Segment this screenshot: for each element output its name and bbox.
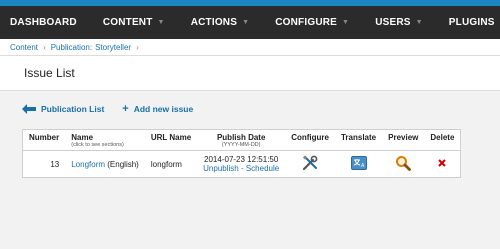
magnifier-icon — [396, 156, 412, 171]
header-translate-label: Translate — [340, 133, 377, 142]
nav-configure[interactable]: CONFIGURE ▼ — [275, 17, 349, 28]
nav-actions[interactable]: ACTIONS ▼ — [191, 17, 250, 28]
nav-content[interactable]: CONTENT ▼ — [103, 17, 165, 28]
add-new-issue-button[interactable]: + Add new issue — [122, 103, 193, 115]
header-name-label: Name — [71, 133, 94, 142]
publish-actions: Unpublish - Schedule — [203, 164, 279, 173]
nav-configure-label: CONFIGURE — [275, 17, 338, 28]
chevron-down-icon: ▼ — [242, 19, 250, 26]
table-header-row: Number Name (click to see sections) URL … — [22, 129, 461, 151]
plus-icon: + — [122, 103, 129, 115]
tools-icon — [302, 155, 318, 171]
nav-users-label: USERS — [375, 17, 411, 28]
header-publish-date: Publish Date (YYYY-MM-DD) — [197, 129, 286, 151]
issue-language: (English) — [107, 159, 139, 169]
add-new-issue-label: Add new issue — [133, 104, 194, 114]
issue-url-name: longform — [150, 159, 182, 169]
publication-list-button[interactable]: Publication List — [22, 104, 104, 114]
nav-dashboard-label: DASHBOARD — [10, 17, 77, 28]
chevron-right-icon: › — [136, 42, 139, 52]
header-publish-date-label: Publish Date — [216, 133, 266, 142]
nav-dashboard[interactable]: DASHBOARD — [10, 17, 77, 28]
header-delete-label: Delete — [430, 133, 455, 142]
publish-action-separator: - — [238, 164, 246, 173]
header-configure: Configure — [285, 129, 335, 151]
unpublish-link[interactable]: Unpublish — [203, 164, 239, 173]
nav-content-label: CONTENT — [102, 17, 153, 28]
main-navbar: DASHBOARD CONTENT ▼ ACTIONS ▼ CONFIGURE … — [0, 6, 500, 39]
nav-actions-label: ACTIONS — [190, 17, 238, 28]
header-publish-date-sub: (YYYY-MM-DD) — [221, 142, 261, 148]
cell-url-name: longform — [145, 151, 197, 178]
issue-publish-date: 2014-07-23 12:51:50 — [204, 155, 279, 164]
header-name-sub: (click to see sections) — [71, 142, 124, 148]
chevron-down-icon: ▼ — [415, 19, 423, 26]
chevron-right-icon: › — [43, 42, 46, 52]
nav-plugins[interactable]: PLUGINS ▼ — [449, 17, 500, 28]
table-row: 13 Longform (English) longform 2014-07-2… — [23, 151, 461, 178]
chevron-down-icon: ▼ — [342, 19, 350, 26]
cell-configure — [285, 151, 335, 178]
header-preview-label: Preview — [388, 133, 419, 142]
cell-preview — [382, 151, 424, 178]
cell-translate: A — [335, 151, 382, 178]
breadcrumb-content-link[interactable]: Content — [10, 43, 38, 52]
preview-button[interactable] — [395, 155, 412, 171]
schedule-link[interactable]: Schedule — [246, 164, 279, 173]
cell-number: 13 — [23, 151, 66, 178]
delete-button[interactable] — [438, 159, 447, 167]
cell-publish-date: 2014-07-23 12:51:50 Unpublish - Schedule — [197, 151, 285, 178]
header-name: Name (click to see sections) — [65, 129, 145, 151]
nav-plugins-label: PLUGINS — [448, 17, 495, 28]
header-configure-label: Configure — [291, 133, 329, 142]
page-title: Issue List — [24, 66, 75, 80]
nav-users[interactable]: USERS ▼ — [375, 17, 423, 28]
cell-delete — [424, 151, 461, 178]
header-number: Number — [22, 129, 66, 151]
header-url-name: URL Name — [144, 129, 198, 151]
chevron-down-icon: ▼ — [157, 19, 165, 26]
translate-icon: A — [350, 156, 367, 170]
cell-name: Longform (English) — [65, 151, 145, 178]
action-bar: Publication List + Add new issue — [22, 101, 478, 117]
issue-number: 13 — [50, 159, 60, 169]
svg-text:A: A — [361, 163, 365, 169]
breadcrumb-publication-label: Publication: — [50, 42, 93, 52]
page-title-bar: Issue List — [0, 56, 500, 91]
issue-name-link[interactable]: Longform — [71, 160, 105, 169]
header-delete: Delete — [424, 129, 461, 151]
header-translate: Translate — [334, 129, 383, 151]
header-number-label: Number — [29, 133, 60, 142]
publication-list-label: Publication List — [41, 104, 105, 114]
header-url-name-label: URL Name — [150, 133, 192, 142]
close-icon — [438, 159, 447, 167]
breadcrumb-publication-link[interactable]: Storyteller — [95, 43, 131, 52]
configure-button[interactable] — [302, 155, 318, 171]
main-content: Publication List + Add new issue Number … — [0, 91, 500, 178]
back-arrow-icon — [22, 104, 36, 114]
breadcrumb: Content › Publication: Storyteller › — [0, 39, 500, 56]
translate-button[interactable]: A — [350, 156, 367, 170]
issue-table: Number Name (click to see sections) URL … — [22, 129, 462, 178]
header-preview: Preview — [382, 129, 425, 151]
